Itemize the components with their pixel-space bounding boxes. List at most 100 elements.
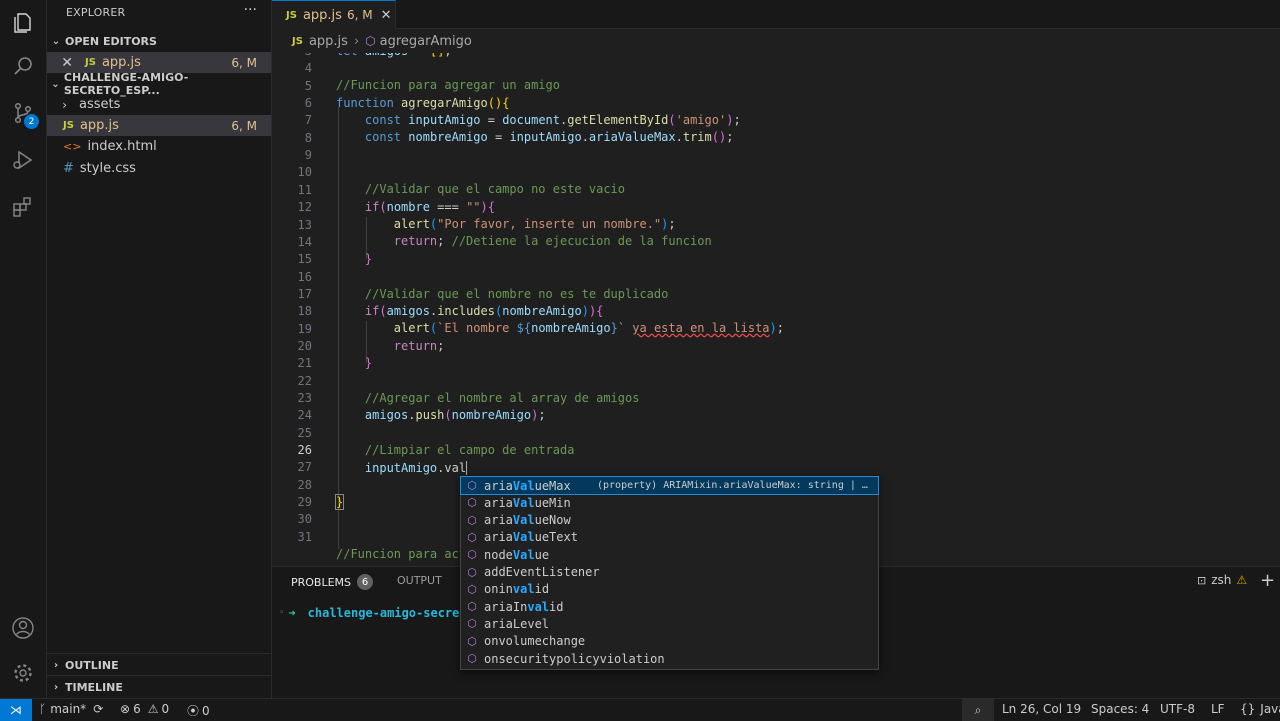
close-tab-icon[interactable]: ✕ bbox=[381, 8, 392, 23]
scm-badge: 2 bbox=[24, 114, 39, 129]
suggestion-item[interactable]: ⬡ ariaLevel bbox=[461, 615, 878, 632]
tab-output[interactable]: OUTPUT bbox=[397, 574, 442, 587]
line-number: 7 bbox=[304, 113, 312, 128]
suggestion-text-pre: node bbox=[484, 547, 513, 562]
tab-app-js[interactable]: JS app.js 6, M ✕ bbox=[272, 0, 396, 29]
encoding[interactable]: UTF-8 bbox=[1160, 702, 1195, 716]
explorer-icon[interactable] bbox=[0, 0, 46, 46]
suggestion-item[interactable]: ⬡ onin val id bbox=[461, 581, 878, 598]
source-control-icon[interactable] bbox=[0, 90, 46, 136]
modified-badge: 6, M bbox=[231, 118, 257, 133]
line-number: 21 bbox=[297, 356, 312, 371]
branch-indicator[interactable]: ᚴ main* ⟳ bbox=[39, 702, 103, 716]
open-editors-section[interactable]: ⌄ OPEN EDITORS bbox=[47, 31, 271, 51]
js-file-icon: JS bbox=[286, 9, 297, 21]
project-section[interactable]: ⌄ CHALLENGE-AMIGO-SECRETO_ESP... bbox=[47, 71, 271, 97]
suggestion-text-pre: ariaIn bbox=[484, 599, 528, 614]
ports-indicator[interactable]: ⦿ 0 bbox=[187, 702, 210, 719]
code-line: //Limpiar el campo de entrada bbox=[364, 443, 575, 457]
run-debug-icon[interactable] bbox=[0, 137, 46, 183]
suggestion-item[interactable]: ⬡ aria Val ueMax (property) ARIAMixin.ariaVa… bbox=[460, 476, 879, 495]
css-file-icon: # bbox=[63, 161, 74, 176]
line-number: 5 bbox=[304, 78, 312, 93]
property-icon: ⬡ bbox=[467, 513, 477, 527]
modified-badge: 6, M bbox=[231, 55, 257, 70]
folder-label: assets bbox=[79, 97, 121, 112]
sync-icon[interactable]: ⟳ bbox=[93, 702, 103, 716]
suggestion-item[interactable]: ⬡ aria Val ueNow bbox=[461, 512, 878, 529]
code-line: amigos.push(nombreAmigo); bbox=[364, 408, 546, 422]
suggestion-item[interactable]: ⬡ aria Val ueText bbox=[461, 529, 878, 546]
terminal-prompt: challenge-amigo-secreto bbox=[307, 606, 474, 620]
breadcrumb-symbol[interactable]: agregarAmigo bbox=[380, 34, 472, 49]
editor-tab-bar: JS app.js 6, M ✕ bbox=[272, 0, 1280, 29]
chevron-right-icon: › bbox=[53, 659, 59, 671]
suggestion-text-pre: aria bbox=[484, 478, 513, 493]
line-number: 17 bbox=[297, 286, 312, 301]
suggestion-text-hl: Val bbox=[512, 513, 535, 528]
suggestion-text-pre: aria bbox=[484, 513, 513, 528]
line-number: 27 bbox=[297, 460, 312, 475]
suggestion-item[interactable]: ⬡ aria Val ueMin bbox=[461, 494, 878, 511]
error-icon: ⊗ bbox=[120, 702, 131, 716]
timeline-section[interactable]: › TIMELINE bbox=[47, 677, 271, 697]
code-line-current: inputAmigo.val bbox=[364, 461, 468, 475]
cursor-position[interactable]: Ln 26, Col 19 bbox=[1002, 702, 1081, 716]
property-icon: ⬡ bbox=[467, 530, 477, 544]
line-number: 8 bbox=[304, 130, 312, 145]
end-of-line[interactable]: LF bbox=[1211, 702, 1225, 716]
line-number: 19 bbox=[297, 321, 312, 336]
search-icon[interactable] bbox=[0, 43, 46, 89]
suggestion-text-post: ueText bbox=[534, 530, 578, 545]
new-terminal-icon[interactable]: + bbox=[1260, 570, 1275, 591]
settings-gear-icon[interactable] bbox=[0, 650, 46, 696]
file-index-html[interactable]: <> index.html bbox=[47, 136, 271, 157]
outline-section[interactable]: › OUTLINE bbox=[47, 655, 271, 675]
indentation[interactable]: Spaces: 4 bbox=[1091, 702, 1149, 716]
suggestion-item[interactable]: ⬡ onsecuritypolicyviolation bbox=[461, 650, 878, 667]
suggestion-text-post: id bbox=[534, 582, 550, 597]
property-icon: ⬡ bbox=[467, 634, 477, 648]
account-icon[interactable] bbox=[0, 605, 46, 651]
code-line: if(amigos.includes(nombreAmigo)){ bbox=[364, 304, 604, 318]
shell-label: zsh bbox=[1211, 573, 1232, 587]
suggestion-text-hl: Val bbox=[512, 547, 535, 562]
warning-count: 0 bbox=[161, 702, 170, 716]
line-number: 25 bbox=[297, 425, 312, 440]
file-app-js[interactable]: JS app.js 6, M bbox=[47, 115, 271, 136]
language-mode[interactable]: {} Java bbox=[1240, 702, 1280, 716]
code-line: return; bbox=[393, 339, 445, 353]
remote-icon[interactable]: ⋊ bbox=[0, 699, 32, 721]
breadcrumb: JS app.js › ⬡ agregarAmigo bbox=[272, 29, 1280, 53]
problems-indicator[interactable]: ⊗ 6 ⚠ 0 bbox=[120, 702, 169, 716]
breadcrumb-file[interactable]: app.js bbox=[309, 34, 348, 49]
terminal-shell-tab[interactable]: ⊡ zsh ⚠ bbox=[1197, 573, 1247, 587]
tab-problems[interactable]: PROBLEMS 6 bbox=[291, 574, 374, 590]
code-line: } bbox=[364, 252, 373, 266]
zoom-icon[interactable]: ⌕ bbox=[962, 699, 994, 721]
line-number: 14 bbox=[297, 234, 312, 249]
suggestion-text-hl: Val bbox=[512, 478, 535, 493]
more-actions-icon[interactable]: ··· bbox=[244, 2, 257, 18]
close-icon[interactable]: ✕ bbox=[47, 55, 73, 71]
suggestion-text-hl: val bbox=[512, 582, 535, 597]
suggestion-text-hl: Val bbox=[512, 495, 535, 510]
suggestion-item[interactable]: ⬡ node Val ue bbox=[461, 546, 878, 563]
extensions-icon[interactable] bbox=[0, 184, 46, 230]
warning-icon: ⚠ bbox=[1236, 573, 1248, 587]
folder-assets[interactable]: › assets bbox=[47, 94, 271, 115]
suggestion-item[interactable]: ⬡ onvolumechange bbox=[461, 633, 878, 650]
timeline-label: TIMELINE bbox=[65, 680, 123, 694]
file-style-css[interactable]: # style.css bbox=[47, 158, 271, 179]
status-bar: ⋊ ᚴ main* ⟳ ⊗ 6 ⚠ 0 ⦿ 0 ⌕ Ln 26, Col 19 … bbox=[0, 698, 1280, 721]
open-editor-item[interactable]: ✕ JS app.js 6, M bbox=[47, 52, 271, 73]
property-icon: ⬡ bbox=[467, 548, 477, 562]
terminal-line: ◦ ➜ challenge-amigo-secreto bbox=[279, 606, 474, 620]
line-number: 26 bbox=[297, 443, 312, 458]
line-number: 4 bbox=[304, 61, 312, 76]
property-icon: ⬡ bbox=[467, 582, 477, 596]
suggestion-item[interactable]: ⬡ addEventListener bbox=[461, 564, 878, 581]
suggestion-item[interactable]: ⬡ ariaIn val id bbox=[461, 598, 878, 615]
code-line: alert("Por favor, inserte un nombre."); bbox=[393, 217, 676, 231]
code-line: } bbox=[334, 494, 345, 510]
